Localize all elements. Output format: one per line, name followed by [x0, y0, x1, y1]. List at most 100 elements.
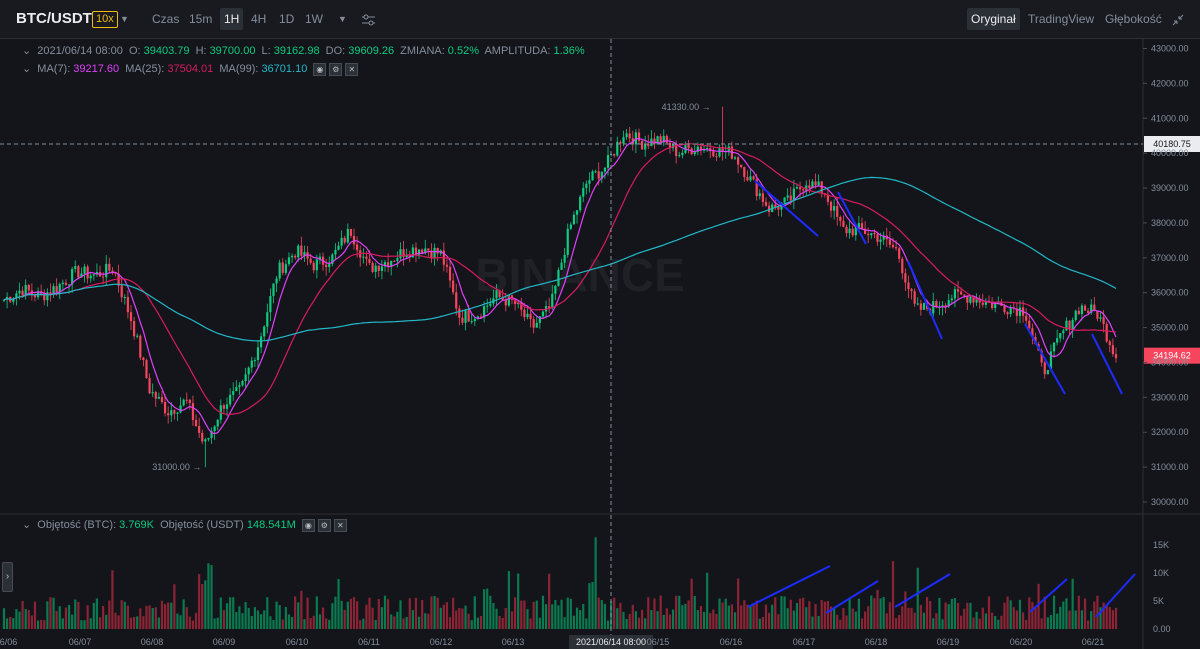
candle-body	[798, 187, 802, 190]
volume-bar	[823, 601, 826, 629]
candle-body	[802, 189, 805, 191]
volume-bar	[628, 614, 631, 629]
settings-sliders-icon[interactable]	[362, 0, 375, 38]
volume-bar	[752, 603, 755, 629]
volume-bar	[163, 604, 167, 629]
candle-body	[417, 249, 421, 255]
volume-bar	[414, 597, 418, 629]
volume-bar	[740, 605, 743, 629]
eye-icon[interactable]: ◉	[313, 62, 327, 76]
volume-bar	[715, 613, 718, 629]
candle-body	[839, 216, 842, 221]
volume-bar	[430, 596, 433, 629]
tab-1h[interactable]: 1H	[220, 8, 244, 30]
expand-panel-icon[interactable]: ›	[2, 562, 13, 592]
volume-bar	[1096, 595, 1099, 629]
volume-bar	[9, 616, 12, 629]
candle-body	[575, 210, 579, 215]
candle-body	[142, 357, 145, 361]
candle-body	[129, 312, 133, 322]
candle-body	[204, 439, 207, 442]
gear-icon[interactable]: ⚙	[317, 518, 331, 532]
more-intervals-icon[interactable]: ▼	[338, 0, 347, 38]
vol-tick-label: 15K	[1153, 540, 1169, 550]
volume-bar	[433, 595, 436, 629]
candle-body	[229, 394, 232, 405]
candle-body	[737, 157, 740, 165]
volume-bar	[929, 600, 932, 629]
tab-1w[interactable]: 1W	[301, 0, 327, 38]
volume-bar	[1077, 595, 1080, 629]
candle-body	[297, 245, 300, 258]
candle-body	[960, 291, 963, 295]
tab-4h[interactable]: 4H	[247, 0, 270, 38]
volume-bar	[259, 614, 263, 629]
volume-bar	[61, 618, 64, 629]
candle-body	[572, 214, 576, 225]
top-toolbar: BTC/USDT 10x ▼ Czas 15m 1H 4H 1D 1W ▼ Or…	[0, 0, 1200, 39]
gear-icon[interactable]: ⚙	[329, 62, 343, 76]
volume-bar	[1003, 602, 1006, 629]
candle-body	[241, 381, 244, 386]
y-tick-label: 42000.00	[1151, 78, 1189, 88]
volume-bar	[464, 605, 467, 629]
candle-body	[845, 226, 848, 234]
price-chart[interactable]: BINANCE 41330.00 →31000.00 →40180.752021…	[0, 39, 1200, 649]
close-icon[interactable]: ✕	[333, 518, 347, 532]
candle-body	[232, 391, 235, 395]
view-depth[interactable]: Głębokość	[1105, 0, 1162, 38]
chevron-down-icon[interactable]: ⌄	[22, 519, 31, 531]
volume-bar	[668, 614, 672, 629]
chevron-down-icon[interactable]: ⌄	[22, 45, 31, 57]
candle-body	[18, 290, 21, 294]
volume-bar	[637, 617, 641, 629]
volume-bar	[408, 598, 411, 629]
volume-bar	[386, 599, 390, 629]
x-tick-label: 06/08	[141, 637, 164, 647]
x-tick-label: 06/20	[1010, 637, 1033, 647]
volume-bar	[1062, 601, 1065, 629]
tab-1d[interactable]: 1D	[275, 0, 298, 38]
candle-body	[334, 249, 337, 255]
candle-body	[981, 302, 984, 305]
volume-bar	[362, 618, 365, 629]
volume-bar	[953, 598, 957, 629]
pair-dropdown-icon[interactable]: ▼	[120, 0, 129, 38]
view-original[interactable]: Oryginał	[967, 8, 1020, 30]
candle-body	[170, 410, 173, 416]
volume-bar	[396, 611, 399, 629]
legend-high: 39700.00	[209, 45, 256, 57]
x-tick-label: 06/09	[213, 637, 236, 647]
volume-bar	[1074, 610, 1077, 629]
y-tick-label: 43000.00	[1151, 43, 1189, 53]
volume-bar	[318, 614, 322, 629]
volume-bar	[340, 600, 343, 629]
candle-body	[932, 301, 935, 314]
volume-bar	[891, 561, 895, 629]
candle-body	[455, 292, 458, 309]
volume-bar	[201, 583, 204, 629]
pair-title[interactable]: BTC/USDT	[16, 0, 92, 38]
candle-body	[1077, 310, 1080, 315]
volume-bar	[86, 605, 89, 629]
candle-body	[436, 247, 439, 254]
chevron-down-icon[interactable]: ⌄	[22, 63, 31, 75]
collapse-icon[interactable]	[1172, 0, 1184, 38]
volume-bar	[64, 607, 68, 629]
tab-time[interactable]: Czas	[148, 0, 183, 38]
volume-bar	[1108, 607, 1111, 629]
volume-bar	[77, 601, 80, 629]
view-tradingview[interactable]: TradingView	[1028, 0, 1094, 38]
eye-icon[interactable]: ◉	[301, 518, 315, 532]
volume-bar	[551, 604, 554, 629]
volume-bar	[170, 602, 173, 629]
legend-close: 39609.26	[348, 45, 395, 57]
tab-15m[interactable]: 15m	[185, 0, 216, 38]
candle-body	[266, 312, 269, 327]
candle-body	[207, 437, 210, 440]
close-icon[interactable]: ✕	[345, 62, 359, 76]
candle-body	[1087, 310, 1090, 313]
candle-body	[715, 156, 718, 158]
candle-body	[337, 245, 340, 250]
volume-bar	[675, 595, 678, 629]
